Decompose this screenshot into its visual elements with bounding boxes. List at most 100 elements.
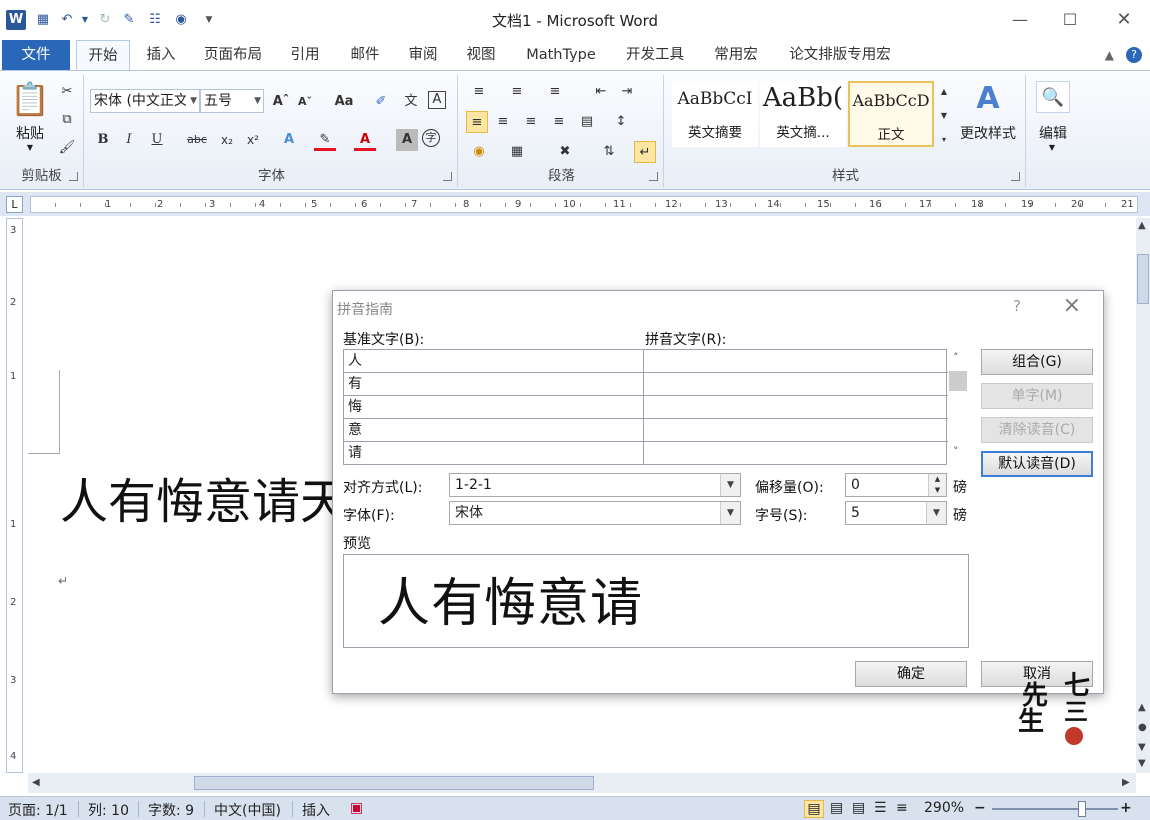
zoom-in-icon[interactable]: + bbox=[1120, 800, 1132, 816]
tab-references[interactable]: 引用 bbox=[282, 40, 328, 70]
chevron-down-icon[interactable]: ˅ bbox=[953, 445, 959, 458]
clear-format-icon[interactable]: ✐ bbox=[370, 91, 392, 113]
paste-button[interactable]: 粘贴 bbox=[10, 123, 50, 143]
alignment-select[interactable]: 1-2-1 ▼ bbox=[449, 473, 741, 497]
styles-launcher-icon[interactable] bbox=[1011, 172, 1020, 181]
spinner-arrows-icon[interactable]: ▲ ▼ bbox=[928, 474, 946, 496]
next-page-icon[interactable]: ▼ bbox=[1138, 742, 1146, 753]
macro-record-icon[interactable]: ▣ bbox=[350, 800, 363, 816]
editing-button[interactable]: 编辑 bbox=[1028, 123, 1078, 143]
bullets-icon[interactable]: ≡ bbox=[468, 81, 490, 103]
font-launcher-icon[interactable] bbox=[443, 172, 452, 181]
style-english-abstract[interactable]: AaBbCcI 英文摘要 bbox=[672, 81, 758, 147]
status-language[interactable]: 中文(中国) bbox=[214, 800, 281, 820]
italic-icon[interactable]: I bbox=[118, 129, 140, 151]
change-styles-icon[interactable]: A bbox=[956, 81, 1020, 116]
base-text-cell[interactable]: 有 bbox=[344, 373, 644, 395]
tab-insert[interactable]: 插入 bbox=[138, 40, 184, 70]
justify-icon[interactable]: ≡ bbox=[548, 111, 570, 133]
web-layout-icon[interactable]: ▤ bbox=[852, 800, 865, 816]
vertical-scrollbar[interactable]: ▲ ▲ ● ▼ ▼ bbox=[1136, 218, 1150, 773]
paste-icon[interactable]: 📋 bbox=[10, 79, 50, 119]
base-text-cell[interactable]: 请 bbox=[344, 442, 644, 464]
tab-page-layout[interactable]: 页面布局 bbox=[196, 40, 270, 70]
scroll-right-icon[interactable]: ▶ bbox=[1122, 777, 1130, 788]
print-layout-icon[interactable]: ▤ bbox=[804, 800, 824, 818]
multilevel-list-icon[interactable]: ≡ bbox=[544, 81, 566, 103]
zoom-slider[interactable] bbox=[992, 808, 1118, 810]
help-icon[interactable]: ? bbox=[1013, 297, 1021, 315]
horizontal-scrollbar[interactable]: ◀ ▶ bbox=[28, 773, 1136, 793]
styles-more-icon[interactable]: ▾ bbox=[936, 129, 952, 151]
base-text-cell[interactable]: 意 bbox=[344, 419, 644, 441]
clear-reading-button[interactable]: 清除读音(C) bbox=[981, 417, 1093, 443]
numbering-icon[interactable]: ≡ bbox=[506, 81, 528, 103]
font-size-combo[interactable]: 五号 ▼ bbox=[200, 89, 264, 113]
superscript-icon[interactable]: x² bbox=[242, 129, 264, 151]
shading-icon[interactable]: ◉ bbox=[468, 141, 490, 163]
size-select[interactable]: 5 ▼ bbox=[845, 501, 947, 525]
increase-indent-icon[interactable]: ⇥ bbox=[616, 81, 638, 103]
zoom-slider-handle[interactable] bbox=[1078, 801, 1086, 817]
tab-file[interactable]: 文件 bbox=[2, 40, 70, 70]
styles-scroll-up-icon[interactable]: ▲ bbox=[936, 81, 952, 103]
mono-button[interactable]: 单字(M) bbox=[981, 383, 1093, 409]
zoom-out-icon[interactable]: − bbox=[974, 800, 986, 816]
style-normal[interactable]: AaBbCcD 正文 bbox=[848, 81, 934, 147]
close-icon[interactable]: × bbox=[1063, 293, 1081, 318]
copy-icon[interactable]: ⧉ bbox=[56, 109, 78, 131]
tab-common-macros[interactable]: 常用宏 bbox=[704, 40, 768, 70]
subscript-icon[interactable]: x₂ bbox=[216, 129, 238, 151]
scroll-left-icon[interactable]: ◀ bbox=[32, 777, 40, 788]
change-case-icon[interactable]: Aa bbox=[330, 91, 358, 113]
vertical-scroll-thumb[interactable] bbox=[1137, 254, 1149, 304]
paragraph-launcher-icon[interactable] bbox=[649, 172, 658, 181]
outline-icon[interactable]: ☰ bbox=[874, 800, 887, 816]
status-insert-mode[interactable]: 插入 bbox=[302, 800, 330, 820]
minimize-ribbon-icon[interactable]: ▲ bbox=[1105, 48, 1114, 62]
tab-home[interactable]: 开始 bbox=[76, 40, 130, 70]
sort-icon[interactable]: ⇅ bbox=[598, 141, 620, 163]
phonetic-guide-icon[interactable]: 文 bbox=[400, 91, 422, 113]
text-effects-icon[interactable]: A bbox=[278, 129, 300, 151]
status-page[interactable]: 页面: 1/1 bbox=[8, 800, 68, 820]
styles-scroll-down-icon[interactable]: ▼ bbox=[936, 105, 952, 127]
ruby-text-cell[interactable] bbox=[645, 350, 947, 372]
draft-icon[interactable]: ≡ bbox=[896, 800, 908, 816]
decrease-indent-icon[interactable]: ⇤ bbox=[590, 81, 612, 103]
horizontal-scroll-thumb[interactable] bbox=[194, 776, 594, 790]
align-right-icon[interactable]: ≡ bbox=[520, 111, 542, 133]
tab-view[interactable]: 视图 bbox=[456, 40, 506, 70]
align-center-icon[interactable]: ≡ bbox=[492, 111, 514, 133]
minimize-icon[interactable]: — bbox=[1000, 6, 1040, 34]
format-painter-icon[interactable]: 🖌 bbox=[56, 137, 78, 159]
vertical-ruler[interactable]: 3 2 1 1 2 3 4 bbox=[6, 218, 23, 773]
style-english-abstract-2[interactable]: AaBb( 英文摘... bbox=[760, 81, 846, 147]
select-browse-icon[interactable]: ● bbox=[1138, 722, 1147, 733]
status-word-count[interactable]: 字数: 9 bbox=[148, 800, 194, 820]
base-text-cell[interactable]: 悔 bbox=[344, 396, 644, 418]
offset-spinner[interactable]: 0 ▲ ▼ bbox=[845, 473, 947, 497]
chinese-layout-icon[interactable]: ✖ bbox=[554, 141, 576, 163]
font-name-combo[interactable]: 宋体 (中文正文) ▼ bbox=[90, 89, 200, 113]
ruby-text-cell[interactable] bbox=[645, 373, 947, 395]
default-reading-button[interactable]: 默认读音(D) bbox=[981, 451, 1093, 477]
help-icon[interactable]: ? bbox=[1126, 47, 1142, 63]
maximize-icon[interactable]: ☐ bbox=[1050, 6, 1090, 34]
char-border-icon[interactable]: A bbox=[428, 91, 446, 109]
highlight-icon[interactable]: ✎ bbox=[314, 129, 336, 151]
ruby-text-cell[interactable] bbox=[645, 442, 947, 464]
ok-button[interactable]: 确定 bbox=[855, 661, 967, 687]
paste-dropdown-icon[interactable]: ▼ bbox=[24, 143, 36, 152]
group-button[interactable]: 组合(G) bbox=[981, 349, 1093, 375]
ruby-text-cell[interactable] bbox=[645, 419, 947, 441]
tab-thesis-macros[interactable]: 论文排版专用宏 bbox=[778, 40, 902, 70]
borders-icon[interactable]: ▦ bbox=[506, 141, 528, 163]
full-screen-reading-icon[interactable]: ▤ bbox=[830, 800, 843, 816]
tab-developer[interactable]: 开发工具 bbox=[616, 40, 694, 70]
change-styles-button[interactable]: 更改样式 bbox=[956, 123, 1020, 143]
clipboard-launcher-icon[interactable] bbox=[69, 172, 78, 181]
ruby-text-cell[interactable] bbox=[645, 396, 947, 418]
tab-mailings[interactable]: 邮件 bbox=[340, 40, 390, 70]
horizontal-ruler[interactable]: 1 2 3 4 5 6 7 8 9 10 11 12 13 14 15 16 1… bbox=[30, 196, 1138, 213]
